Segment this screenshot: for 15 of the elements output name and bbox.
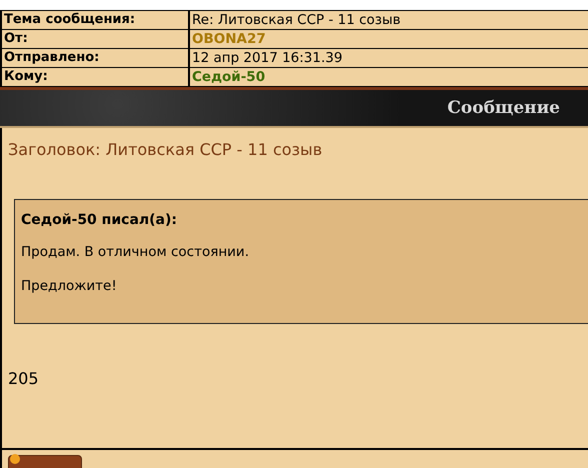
quote-text: Предложите! (21, 278, 118, 294)
image-button[interactable] (8, 455, 82, 468)
quote-text: Продам. В отличном состоянии. (21, 244, 250, 260)
field-label: Тема сообщения: (2, 11, 190, 29)
banner-title: Сообщение (447, 98, 560, 118)
message-subject: Заголовок: Литовская ССР - 11 созыв (7, 140, 324, 159)
field-value: 12 апр 2017 16:31.39 (191, 49, 344, 67)
quote-author: Седой-50 писал(а): (21, 212, 178, 228)
field-label: От: (2, 30, 190, 48)
field-value: Re: Литовская ССР - 11 созыв (191, 11, 402, 29)
ball-icon (10, 454, 20, 464)
message-body: 205 (7, 369, 40, 388)
field-value[interactable]: OBONA27 (190, 30, 588, 48)
field-value[interactable]: Седой-50 (190, 68, 588, 86)
field-label: Отправлено: (2, 49, 190, 67)
